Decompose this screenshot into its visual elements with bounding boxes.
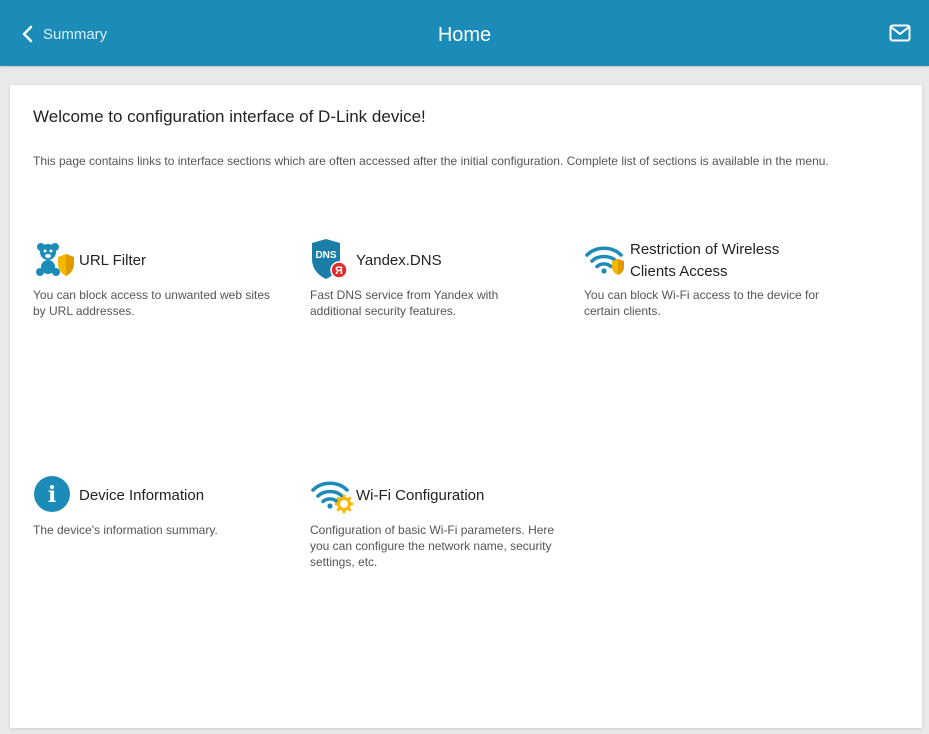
top-bar: Summary Home (0, 0, 929, 66)
card-device-information: i Device Information The device's inform… (33, 474, 283, 538)
wifi-gear-icon (310, 474, 354, 518)
svg-text:DNS: DNS (315, 250, 336, 261)
page-title: Home (437, 24, 492, 46)
yandex-dns-link[interactable]: DNS Я Yandex.DNS (310, 239, 550, 283)
device-information-title: Device Information (79, 487, 205, 504)
mail-icon (889, 24, 911, 42)
wifi-configuration-description: Configuration of basic Wi-Fi parameters.… (310, 523, 555, 569)
wifi-configuration-title: Wi-Fi Configuration (356, 487, 485, 504)
svg-text:i: i (48, 482, 56, 508)
wireless-restriction-link[interactable]: Restriction of Wireless Clients Access (584, 239, 844, 283)
dns-shield-icon: DNS Я (310, 239, 354, 283)
svg-text:Я: Я (335, 265, 343, 277)
card-wifi-configuration: Wi-Fi Configuration Configuration of bas… (310, 474, 570, 570)
card-url-filter: URL Filter You can block access to unwan… (33, 239, 283, 319)
intro-text: This page contains links to interface se… (33, 154, 829, 168)
welcome-heading: Welcome to configuration interface of D-… (33, 107, 426, 126)
card-yandex-dns: DNS Я Yandex.DNS Fast DNS service from Y… (310, 239, 550, 319)
url-filter-title: URL Filter (79, 252, 146, 269)
wireless-restriction-description: You can block Wi-Fi access to the device… (584, 288, 819, 318)
yandex-dns-title: Yandex.DNS (356, 252, 442, 269)
wireless-restriction-title: Restriction of Wireless Clients Access (630, 241, 780, 280)
card-wireless-restriction: Restriction of Wireless Clients Access Y… (584, 239, 844, 319)
notifications-button[interactable] (889, 24, 915, 46)
device-information-link[interactable]: i Device Information (33, 474, 283, 518)
content-panel: Welcome to configuration interface of D-… (10, 85, 922, 728)
url-filter-description: You can block access to unwanted web sit… (33, 288, 271, 318)
info-icon: i (33, 474, 77, 518)
device-information-description: The device's information summary. (33, 523, 218, 537)
url-filter-link[interactable]: URL Filter (33, 239, 283, 283)
teddy-bear-shield-icon (33, 239, 77, 283)
wifi-shield-icon (584, 239, 628, 283)
yandex-dns-description: Fast DNS service from Yandex with additi… (310, 288, 499, 318)
wifi-configuration-link[interactable]: Wi-Fi Configuration (310, 474, 570, 518)
